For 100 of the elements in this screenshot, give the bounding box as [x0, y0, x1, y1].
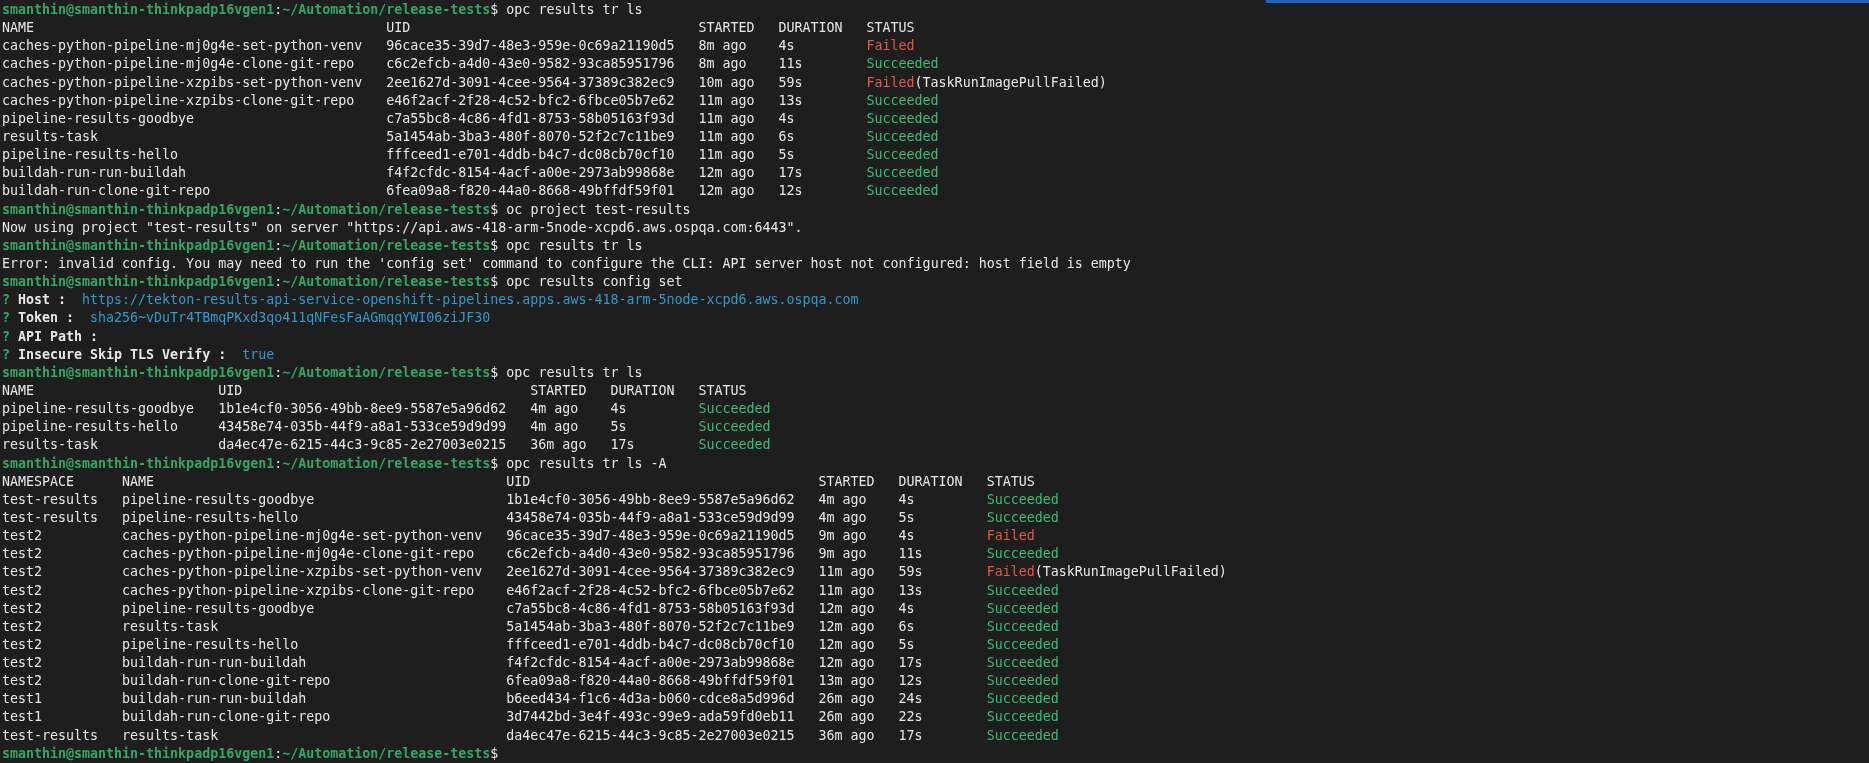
table-cell-text: f4f2cfdc-8154-4acf-a00e-2973ab99868e [386, 164, 676, 183]
table-cell-text: 43458e74-035b-44f9-a8a1-533ce59d9d99 [506, 508, 796, 527]
status-cell: Succeeded [986, 599, 1059, 618]
status-cell: Succeeded [698, 400, 771, 419]
table-cell-text: c7a55bc8-4c86-4fd1-8753-58b05163f93d [386, 109, 676, 128]
status-cell: Succeeded [866, 55, 939, 74]
column-header: STARTED [698, 19, 756, 38]
table-cell-text: 9m ago [818, 545, 868, 564]
column-header: NAME [2, 19, 36, 38]
question-label: ? Token : [2, 309, 75, 328]
table-cell-text: 22s [898, 708, 924, 727]
table-cell-text: 5s [898, 508, 916, 527]
table-cell-text: 6s [898, 617, 916, 636]
table-cell-text: results-task [122, 617, 220, 636]
table-cell-text: pipeline-results-hello [122, 508, 300, 527]
table-cell-text: fffceed1-e701-4ddb-b4c7-dc08cb70cf10 [506, 635, 796, 654]
output-text: Now using project "test-results" on server "https://api.aws-418-arm-5node-xcpd6.aws.ospqa.com:6443". [2, 218, 803, 237]
table-cell-text: 59s [898, 563, 924, 582]
table-cell-text: 10m ago [698, 73, 756, 92]
status-cell-text: Succeeded [866, 128, 939, 146]
question-label: ? API Path : [2, 327, 99, 346]
table-cell-text: fffceed1-e701-4ddb-b4c7-dc08cb70cf10 [386, 146, 676, 165]
status-cell: Succeeded [866, 164, 939, 183]
table-cell-text: 5s [610, 418, 628, 437]
table-cell-text: 96cace35-39d7-48e3-959e-0c69a21190d5 [506, 527, 796, 546]
table-cell-text: 36m ago [530, 436, 588, 455]
table-cell-text: c6c2efcb-a4d0-43e0-9582-93ca85951796 [386, 55, 676, 74]
table-cell-text: caches-python-pipeline-mj0g4e-set-python-venv [2, 37, 364, 56]
column-header: UID [218, 381, 244, 400]
column-header: STARTED [818, 472, 876, 491]
question-label: ? Host : [2, 291, 67, 310]
status-cell: Succeeded [866, 109, 939, 128]
table-cell-text: 3d7442bd-3e4f-493c-99e9-ada59fd0eb11 [506, 708, 796, 727]
table-cell-text: 11m ago [698, 128, 756, 146]
table-cell-text: 96cace35-39d7-48e3-959e-0c69a21190d5 [386, 37, 676, 56]
table-cell-text: buildah-run-clone-git-repo [122, 672, 332, 691]
table-cell-text: test2 [2, 581, 44, 600]
table-cell-text: 2ee1627d-3091-4cee-9564-37389c382ec9 [506, 563, 796, 582]
table-cell-text: 24s [898, 690, 924, 709]
table-cell-text: caches-python-pipeline-xzpibs-clone-git-repo [122, 581, 476, 600]
table-cell-text: 4s [898, 490, 916, 509]
table-cell-text: buildah-run-run-buildah [2, 164, 188, 183]
table-cell-text: 43458e74-035b-44f9-a8a1-533ce59d9d99 [218, 418, 508, 437]
status-cell: Succeeded [986, 672, 1059, 691]
answer-value: sha256~vDuTr4TBmqPKxd3qo411qNFesFaAGmqqYWI06ziJF30 [90, 309, 491, 328]
table-cell-text: test2 [2, 599, 44, 618]
table-cell-text: 4s [778, 109, 796, 128]
column-header: NAME [2, 381, 36, 400]
table-cell-text: test2 [2, 527, 44, 546]
table-cell-text: e46f2acf-2f28-4c52-bfc2-6fbce05b7e62 [506, 581, 796, 600]
table-cell-text: results-task [2, 436, 100, 455]
table-cell-text: buildah-run-clone-git-repo [2, 182, 212, 201]
table-cell-text: 12m ago [698, 182, 756, 201]
status-cell: Failed [866, 37, 915, 56]
table-cell-text: test1 [2, 690, 44, 709]
table-cell-text: 4m ago [818, 508, 868, 527]
table-cell-text: e46f2acf-2f28-4c52-bfc2-6fbce05b7e62 [386, 91, 676, 110]
table-cell-text: c6c2efcb-a4d0-43e0-9582-93ca85951796 [506, 545, 796, 564]
answer-value: true [242, 345, 275, 364]
column-header: NAME [122, 472, 156, 491]
table-cell-text: pipeline-results-hello [2, 146, 180, 165]
table-cell-text: 11m ago [698, 91, 756, 110]
table-cell-text: results-task [122, 726, 220, 745]
table-cell-text: c7a55bc8-4c86-4fd1-8753-58b05163f93d [506, 599, 796, 618]
status-cell: Succeeded [986, 708, 1059, 727]
column-header: STATUS [866, 19, 915, 38]
table-cell-text: results-task [2, 128, 100, 146]
table-cell-text: 17s [898, 654, 924, 673]
table-cell-text: 5s [778, 146, 796, 165]
table-cell-text: 4m ago [530, 418, 580, 437]
status-cell: Succeeded [986, 581, 1059, 600]
status-cell: Succeeded [698, 418, 771, 437]
output-text: Error: invalid config. You may need to run the 'config set' command to configure the CLI: API server host not configured: host field is empty [2, 254, 1131, 273]
table-cell-text: 12s [898, 672, 924, 691]
table-cell-text: 2ee1627d-3091-4cee-9564-37389c382ec9 [386, 73, 676, 92]
status-cell: Succeeded [986, 654, 1059, 673]
status-cell: Succeeded [986, 545, 1059, 564]
table-cell-text: 36m ago [818, 726, 876, 745]
table-cell-text: 4s [898, 599, 916, 618]
table-cell-text: buildah-run-clone-git-repo [122, 708, 332, 727]
status-cell: Succeeded [866, 91, 939, 110]
status-cell: Succeeded [866, 146, 939, 165]
status-cell: Succeeded [986, 726, 1059, 745]
table-cell-text: pipeline-results-goodbye [2, 109, 196, 128]
table-cell-text: 5a1454ab-3ba3-480f-8070-52f2c7c11be9 [386, 128, 676, 146]
table-cell-text: caches-python-pipeline-xzpibs-set-python-venv [2, 73, 364, 92]
table-cell-text: 12m ago [698, 164, 756, 183]
command-text: opc results tr ls -A [506, 454, 667, 473]
status-cell-text: Succeeded [986, 635, 1059, 654]
table-cell-text: 12m ago [818, 654, 876, 673]
table-cell-text: 12m ago [818, 599, 876, 618]
table-cell-text: 1b1e4cf0-3056-49bb-8ee9-5587e5a96d62 [218, 400, 508, 419]
command-text: opc results tr ls [506, 236, 643, 255]
column-header: DURATION [610, 381, 676, 400]
table-cell-text: test2 [2, 545, 44, 564]
shell-prompt: smanthin@smanthin-thinkpadp16vgen1:~/Automation/release-tests$ [2, 454, 499, 473]
table-cell-text: 17s [898, 726, 924, 745]
table-cell-text: 13m ago [818, 672, 876, 691]
table-cell-text: b6eed434-f1c6-4d3a-b060-cdce8a5d996d [506, 690, 796, 709]
table-cell-text: 59s [778, 73, 804, 92]
